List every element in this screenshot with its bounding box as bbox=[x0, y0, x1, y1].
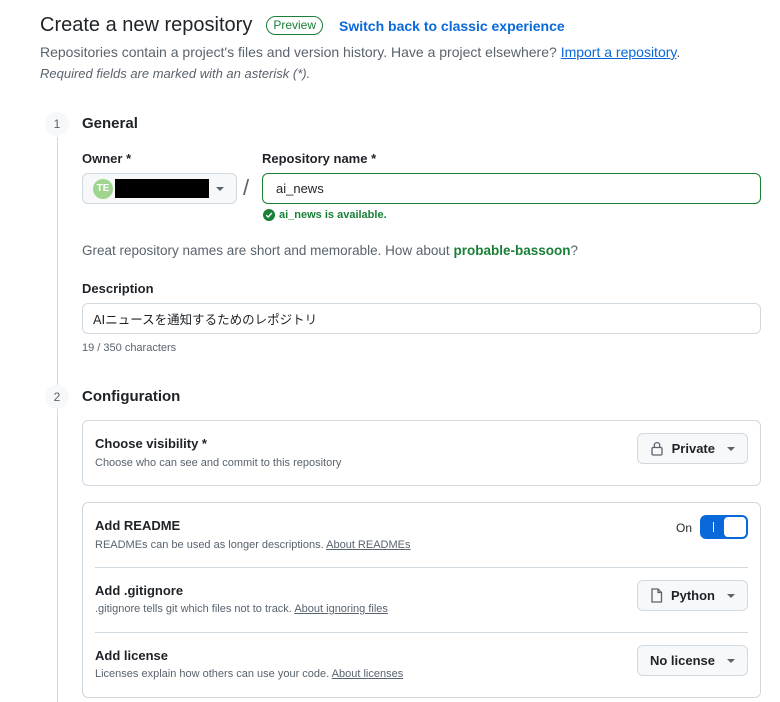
availability-text: ai_news is available. bbox=[279, 209, 387, 221]
page-title: Create a new repository bbox=[40, 14, 253, 36]
license-selected: No license bbox=[649, 653, 715, 668]
about-readmes-link[interactable]: About READMEs bbox=[326, 539, 410, 551]
row-divider bbox=[95, 567, 748, 568]
chevron-down-icon bbox=[216, 187, 224, 191]
visibility-selected: Private bbox=[671, 441, 715, 456]
row-divider bbox=[95, 632, 748, 633]
readme-title: Add README bbox=[95, 518, 181, 533]
owner-name-redacted bbox=[115, 179, 209, 198]
name-suggestion: Great repository names are short and mem… bbox=[82, 243, 578, 258]
file-icon bbox=[650, 588, 663, 603]
license-title: Add license bbox=[95, 648, 168, 663]
description-label: Description bbox=[82, 281, 154, 296]
description-char-count: 19 / 350 characters bbox=[82, 342, 177, 354]
description-input[interactable] bbox=[82, 303, 761, 334]
page-header: Create a new repository Preview Switch b… bbox=[40, 14, 565, 37]
gitignore-select[interactable]: Python bbox=[636, 580, 748, 611]
toggle-on-indicator bbox=[713, 522, 714, 532]
visibility-title: Choose visibility * bbox=[95, 436, 207, 451]
preview-badge: Preview bbox=[266, 16, 324, 35]
suggested-name-link[interactable]: probable-bassoon bbox=[453, 243, 570, 258]
gitignore-desc-text: .gitignore tells git which files not to … bbox=[95, 603, 292, 615]
step-2-number: 2 bbox=[45, 385, 69, 409]
visibility-desc: Choose who can see and commit to this re… bbox=[95, 457, 342, 469]
import-repository-link[interactable]: Import a repository bbox=[561, 44, 677, 60]
owner-label: Owner * bbox=[82, 151, 132, 166]
lock-icon bbox=[650, 441, 664, 456]
about-ignoring-files-link[interactable]: About ignoring files bbox=[294, 603, 388, 615]
license-desc-text: Licenses explain how others can use your… bbox=[95, 668, 330, 680]
chevron-down-icon bbox=[727, 658, 735, 663]
subtitle-period: . bbox=[676, 44, 681, 60]
license-select[interactable]: No license bbox=[636, 645, 748, 676]
intro-subtitle-text: Repositories contain a project's files a… bbox=[40, 44, 557, 60]
suggestion-text: Great repository names are short and mem… bbox=[82, 243, 450, 258]
owner-avatar: TE bbox=[93, 178, 113, 199]
owner-select[interactable]: TE bbox=[82, 173, 237, 204]
owner-repo-separator: / bbox=[243, 175, 250, 200]
repo-name-input[interactable] bbox=[262, 173, 761, 204]
steps-connector-line bbox=[57, 137, 58, 702]
repo-name-label: Repository name * bbox=[262, 151, 377, 166]
visibility-select[interactable]: Private bbox=[636, 433, 748, 464]
required-note: Required fields are marked with an aster… bbox=[40, 66, 311, 81]
readme-desc: READMEs can be used as longer descriptio… bbox=[95, 539, 411, 551]
configuration-section-title: Configuration bbox=[82, 388, 181, 405]
check-circle-icon bbox=[263, 209, 275, 221]
suggestion-suffix: ? bbox=[570, 243, 578, 258]
readme-toggle-label: On bbox=[675, 521, 692, 535]
general-section-title: General bbox=[82, 115, 138, 132]
switch-classic-link[interactable]: Switch back to classic experience bbox=[339, 18, 565, 34]
gitignore-selected: Python bbox=[670, 588, 715, 603]
visibility-card: Choose visibility * Choose who can see a… bbox=[82, 420, 761, 486]
step-1-number: 1 bbox=[45, 112, 69, 136]
readme-desc-text: READMEs can be used as longer descriptio… bbox=[95, 539, 324, 551]
chevron-down-icon bbox=[727, 593, 735, 598]
toggle-knob bbox=[723, 516, 747, 538]
intro-subtitle: Repositories contain a project's files a… bbox=[40, 44, 680, 60]
gitignore-desc: .gitignore tells git which files not to … bbox=[95, 603, 388, 615]
chevron-down-icon bbox=[727, 446, 735, 451]
availability-message: ai_news is available. bbox=[263, 209, 387, 221]
repo-options-card: Add README READMEs can be used as longer… bbox=[82, 502, 761, 698]
gitignore-title: Add .gitignore bbox=[95, 583, 184, 598]
readme-toggle[interactable] bbox=[700, 515, 748, 539]
about-licenses-link[interactable]: About licenses bbox=[332, 668, 404, 680]
license-desc: Licenses explain how others can use your… bbox=[95, 668, 403, 680]
